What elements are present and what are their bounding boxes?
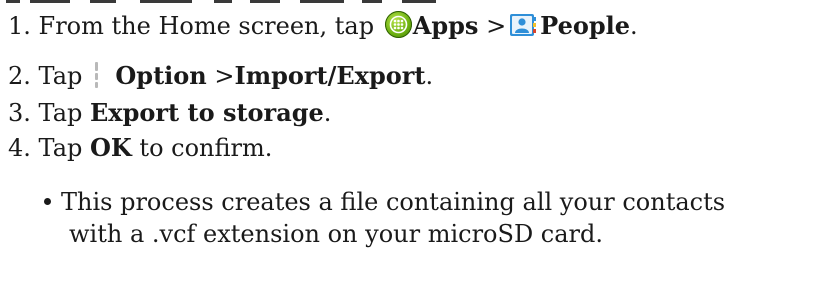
- ok-label: OK: [90, 133, 132, 162]
- import-export-label: Import/Export: [234, 61, 426, 90]
- export-to-storage-label: Export to storage: [90, 98, 324, 127]
- note-text-1: This process creates a file containing a…: [61, 188, 726, 216]
- step-1: 1. From the Home screen, tap Apps > Peop…: [8, 10, 638, 42]
- apps-label: Apps: [412, 11, 479, 40]
- separator: >: [486, 12, 507, 40]
- menu-icon: [91, 60, 101, 92]
- step-3: 3. Tap Export to storage.: [8, 97, 331, 129]
- cropped-text-strip: [0, 0, 816, 4]
- bullet-icon: [44, 198, 51, 205]
- step-end: .: [630, 12, 638, 40]
- step-number: 2.: [8, 62, 31, 90]
- separator: >: [214, 62, 235, 90]
- step-text: From the Home screen, tap: [38, 12, 375, 40]
- option-label: Option: [115, 61, 207, 90]
- people-icon: [509, 13, 537, 37]
- step-text-after: to confirm.: [139, 134, 273, 162]
- step-end: .: [323, 99, 332, 127]
- instruction-page: 1. From the Home screen, tap Apps > Peop…: [0, 0, 816, 300]
- note-text-2: with a .vcf extension on your microSD ca…: [69, 220, 604, 248]
- step-end: .: [425, 62, 434, 90]
- step-4: 4. Tap OK to confirm.: [8, 132, 272, 164]
- people-label: People: [540, 11, 631, 40]
- step-number: 1.: [8, 12, 31, 40]
- step-text: Tap: [38, 62, 83, 90]
- step-text: Tap: [38, 99, 83, 127]
- step-number: 3.: [8, 99, 31, 127]
- note-line-2: with a .vcf extension on your microSD ca…: [44, 218, 725, 250]
- step-text: Tap: [38, 134, 83, 162]
- note-line-1: This process creates a file containing a…: [44, 186, 725, 218]
- apps-icon: [384, 11, 412, 38]
- note-bullet: This process creates a file containing a…: [44, 186, 725, 250]
- step-2: 2. Tap Option >Import/Export.: [8, 60, 433, 92]
- step-number: 4.: [8, 134, 31, 162]
